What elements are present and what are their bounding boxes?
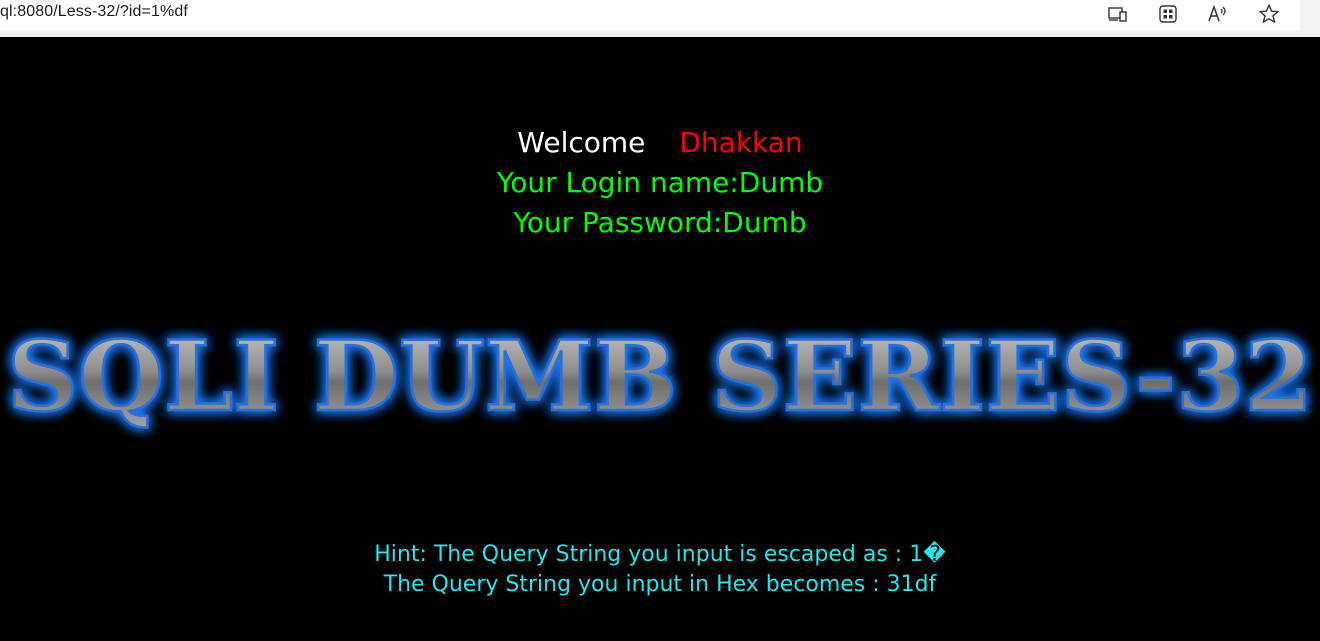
series-banner: SQLI DUMB SERIES-32 xyxy=(6,319,1314,435)
login-name-line: Your Login name:Dumb xyxy=(496,166,824,199)
welcome-user: Dhakkan xyxy=(679,126,803,159)
apps-icon[interactable] xyxy=(1156,3,1180,25)
browser-address-bar: ql:8080/Less-32/?id=1%df xyxy=(0,0,1300,30)
read-aloud-icon[interactable] xyxy=(1206,3,1230,25)
reading-mode-icon[interactable] xyxy=(1106,3,1130,25)
banner-text: SQLI DUMB SERIES-32 xyxy=(7,320,1313,433)
page-content: Welcome Dhakkan Your Login name:Dumb Your… xyxy=(0,37,1320,641)
hint-hex-line: The Query String you input in Hex become… xyxy=(383,572,937,597)
welcome-line: Welcome Dhakkan xyxy=(0,126,1320,159)
welcome-label: Welcome xyxy=(517,126,646,159)
hint-escaped-line: Hint: The Query String you input is esca… xyxy=(374,542,946,567)
url-text[interactable]: ql:8080/Less-32/?id=1%df xyxy=(0,3,188,21)
favorite-star-icon[interactable] xyxy=(1257,3,1281,25)
browser-frame-divider xyxy=(0,30,1320,37)
password-line: Your Password:Dumb xyxy=(513,206,807,239)
